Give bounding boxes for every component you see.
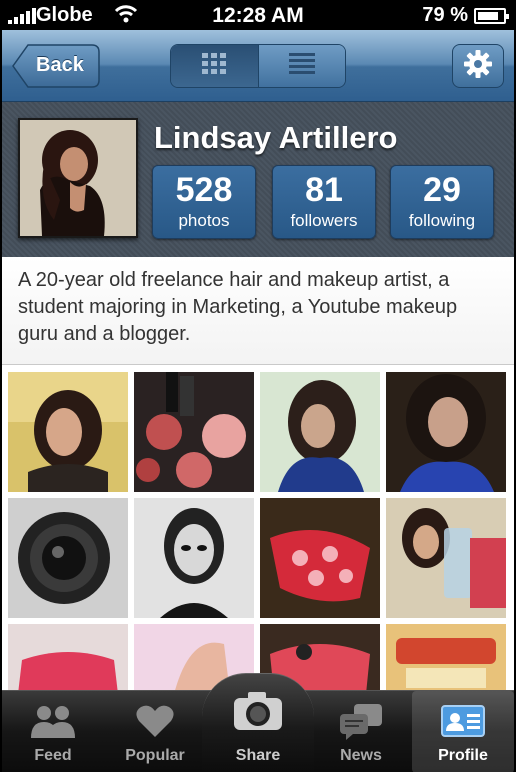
- following-count: 29: [423, 171, 461, 209]
- view-mode-switcher: [170, 44, 346, 88]
- photo-thumbnail[interactable]: [386, 372, 506, 492]
- tab-popular-label: Popular: [125, 747, 185, 764]
- tab-feed-label: Feed: [34, 747, 72, 764]
- following-count-button[interactable]: 29 following: [390, 165, 494, 239]
- photo-thumbnail[interactable]: [134, 498, 254, 618]
- tab-profile-label: Profile: [438, 747, 488, 764]
- following-label: following: [408, 211, 476, 230]
- avatar[interactable]: [18, 118, 138, 238]
- followers-label: followers: [290, 211, 358, 230]
- tab-feed[interactable]: Feed: [2, 691, 104, 772]
- photo-grid: [2, 366, 514, 690]
- tab-share-label: Share: [235, 747, 281, 764]
- followers-count-button[interactable]: 81 followers: [272, 165, 376, 239]
- app-screen: Globe 12:28 AM 79 % Back Lindsay Artille…: [2, 0, 514, 772]
- tab-bar: Feed Popular Share News Profile: [2, 673, 514, 772]
- photo-thumbnail[interactable]: [8, 624, 128, 690]
- profile-name: Lindsay Artillero: [154, 120, 398, 155]
- settings-button[interactable]: [452, 44, 504, 88]
- grid-icon: [202, 52, 227, 80]
- photos-count-button[interactable]: 528 photos: [152, 165, 256, 239]
- tab-news-label: News: [340, 747, 382, 764]
- photo-thumbnail[interactable]: [134, 372, 254, 492]
- tab-profile[interactable]: Profile: [412, 691, 514, 772]
- photos-count: 528: [175, 171, 233, 209]
- photo-thumbnail[interactable]: [260, 498, 380, 618]
- back-button-label: Back: [36, 54, 84, 76]
- photo-thumbnail[interactable]: [8, 498, 128, 618]
- navigation-bar: Back: [2, 30, 514, 102]
- battery-icon: [474, 8, 509, 24]
- profile-header: Lindsay Artillero 528 photos 81 follower…: [2, 102, 514, 257]
- photo-thumbnail[interactable]: [8, 372, 128, 492]
- tab-news[interactable]: News: [310, 691, 412, 772]
- heart-icon: [104, 699, 206, 743]
- people-icon: [2, 699, 104, 743]
- back-button[interactable]: Back: [12, 44, 100, 88]
- list-view-toggle[interactable]: [257, 45, 345, 87]
- tab-share[interactable]: Share: [207, 691, 309, 772]
- photos-label: photos: [178, 211, 230, 230]
- status-bar: Globe 12:28 AM 79 %: [2, 0, 514, 30]
- profile-bio: A 20-year old freelance hair and makeup …: [2, 257, 514, 365]
- profile-card-icon: [412, 699, 514, 743]
- battery-percentage: 79 %: [422, 4, 468, 26]
- followers-count: 81: [305, 171, 343, 209]
- grid-view-toggle[interactable]: [171, 45, 258, 87]
- camera-icon: [207, 689, 309, 733]
- speech-bubbles-icon: [310, 699, 412, 743]
- list-icon: [288, 52, 315, 80]
- bio-text: A 20-year old freelance hair and makeup …: [18, 269, 458, 345]
- photo-thumbnail[interactable]: [386, 498, 506, 618]
- gear-icon: [463, 49, 493, 84]
- photo-thumbnail[interactable]: [260, 372, 380, 492]
- tab-popular[interactable]: Popular: [104, 691, 206, 772]
- photo-thumbnail[interactable]: [386, 624, 506, 690]
